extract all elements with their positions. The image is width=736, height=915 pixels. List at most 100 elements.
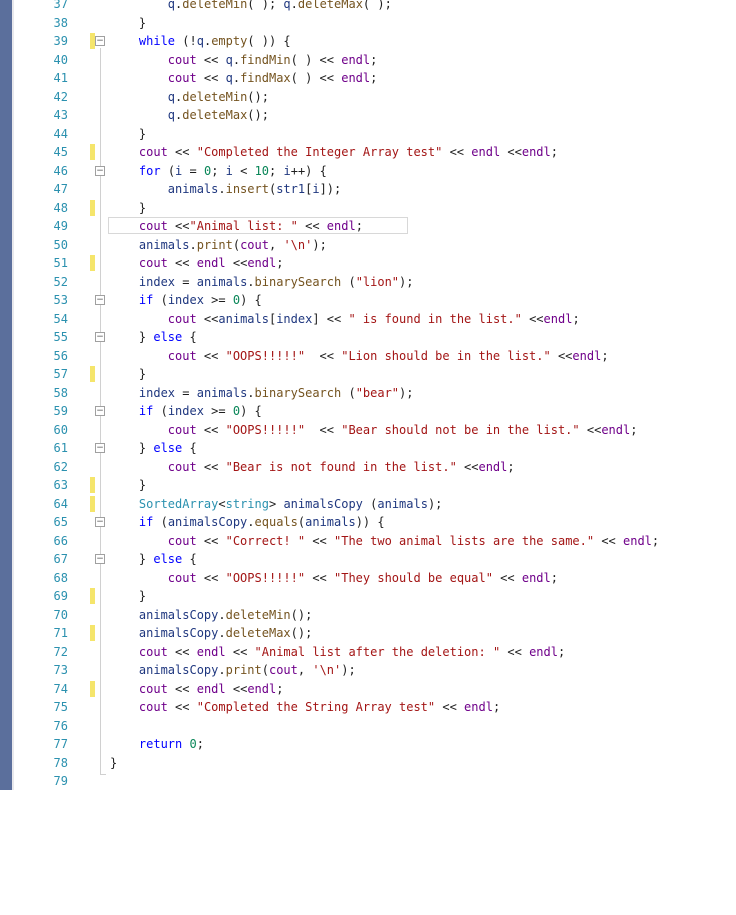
line-number: 74 [53, 681, 68, 696]
code-line-74[interactable]: 74 cout << endl <<endl; [0, 680, 736, 699]
code-text[interactable]: animalsCopy.deleteMin(); [110, 606, 312, 625]
code-line-73[interactable]: 73 animalsCopy.print(cout, '\n'); [0, 661, 736, 680]
code-line-51[interactable]: 51 cout << endl <<endl; [0, 254, 736, 273]
code-line-41[interactable]: 41 cout << q.findMax( ) << endl; [0, 69, 736, 88]
collapse-toggle-icon[interactable]: − [95, 406, 105, 416]
code-line-65[interactable]: 65 − if (animalsCopy.equals(animals)) { [0, 513, 736, 532]
code-line-54[interactable]: 54 cout <<animals[index] << " is found i… [0, 310, 736, 329]
code-text[interactable]: for (i = 0; i < 10; i++) { [110, 162, 327, 181]
code-line-44[interactable]: 44 } [0, 125, 736, 144]
code-text[interactable]: cout << "Correct! " << "The two animal l… [110, 532, 659, 551]
code-text[interactable]: animals.print(cout, '\n'); [110, 236, 327, 255]
code-text[interactable]: return 0; [110, 735, 204, 754]
code-line-60[interactable]: 60 cout << "OOPS!!!!!" << "Bear should n… [0, 421, 736, 440]
code-text[interactable]: q.deleteMax(); [110, 106, 269, 125]
code-line-39[interactable]: 39 − while (!q.empty( )) { [0, 32, 736, 51]
code-line-72[interactable]: 72 cout << endl << "Animal list after th… [0, 643, 736, 662]
code-text[interactable]: cout << endl <<endl; [110, 254, 284, 273]
code-line-70[interactable]: 70 animalsCopy.deleteMin(); [0, 606, 736, 625]
code-line-48[interactable]: 48 } [0, 199, 736, 218]
code-line-53[interactable]: 53 − if (index >= 0) { [0, 291, 736, 310]
code-text[interactable]: cout << "OOPS!!!!!" << "They should be e… [110, 569, 558, 588]
code-line-55[interactable]: 55 − } else { [0, 328, 736, 347]
code-text[interactable]: } else { [110, 439, 197, 458]
code-text[interactable]: cout <<"Animal list: " << endl; [110, 217, 363, 236]
code-text[interactable]: cout << "OOPS!!!!!" << "Bear should not … [110, 421, 638, 440]
code-line-69[interactable]: 69 } [0, 587, 736, 606]
code-text[interactable]: if (index >= 0) { [110, 291, 262, 310]
code-line-68[interactable]: 68 cout << "OOPS!!!!!" << "They should b… [0, 569, 736, 588]
code-text[interactable]: SortedArray<string> animalsCopy (animals… [110, 495, 443, 514]
code-line-77[interactable]: 77 return 0; [0, 735, 736, 754]
code-text[interactable]: cout <<animals[index] << " is found in t… [110, 310, 580, 329]
code-line-47[interactable]: 47 animals.insert(str1[i]); [0, 180, 736, 199]
code-text[interactable]: } [110, 754, 117, 773]
code-line-45[interactable]: 45 cout << "Completed the Integer Array … [0, 143, 736, 162]
code-text[interactable]: animalsCopy.print(cout, '\n'); [110, 661, 356, 680]
code-line-43[interactable]: 43 q.deleteMax(); [0, 106, 736, 125]
code-line-78[interactable]: 78} [0, 754, 736, 773]
collapse-toggle-icon[interactable]: − [95, 165, 105, 176]
code-text[interactable]: } else { [110, 550, 197, 569]
code-text[interactable]: cout << q.findMax( ) << endl; [110, 69, 378, 88]
code-text[interactable]: } else { [110, 328, 197, 347]
code-line-63[interactable]: 63 } [0, 476, 736, 495]
code-line-79[interactable]: 79 [0, 772, 736, 790]
code-text[interactable]: } [110, 365, 146, 384]
code-line-38[interactable]: 38 } [0, 14, 736, 33]
code-line-58[interactable]: 58 index = animals.binarySearch ("bear")… [0, 384, 736, 403]
code-text[interactable]: cout << "Completed the String Array test… [110, 698, 500, 717]
code-text[interactable]: animals.insert(str1[i]); [110, 180, 341, 199]
code-text[interactable]: if (animalsCopy.equals(animals)) { [110, 513, 385, 532]
code-line-40[interactable]: 40 cout << q.findMin( ) << endl; [0, 51, 736, 70]
code-text[interactable]: cout << endl << "Animal list after the d… [110, 643, 565, 662]
code-text[interactable]: cout << "OOPS!!!!!" << "Lion should be i… [110, 347, 609, 366]
code-line-67[interactable]: 67 − } else { [0, 550, 736, 569]
line-number: 76 [53, 718, 68, 733]
code-line-52[interactable]: 52 index = animals.binarySearch ("lion")… [0, 273, 736, 292]
line-number: 40 [53, 52, 68, 67]
collapse-toggle-icon[interactable]: − [95, 443, 105, 453]
code-line-71[interactable]: 71 animalsCopy.deleteMax(); [0, 624, 736, 643]
code-text[interactable]: index = animals.binarySearch ("bear"); [110, 384, 414, 403]
collapse-toggle-icon[interactable]: − [95, 517, 105, 527]
code-text[interactable]: q.deleteMin( ); q.deleteMax( ); [110, 0, 392, 14]
code-line-46[interactable]: 46 − for (i = 0; i < 10; i++) { [0, 162, 736, 181]
line-number: 62 [53, 459, 68, 474]
code-text[interactable]: cout << endl <<endl; [110, 680, 284, 699]
code-line-76[interactable]: 76 [0, 717, 736, 736]
code-line-64[interactable]: 64 SortedArray<string> animalsCopy (anim… [0, 495, 736, 514]
code-line-61[interactable]: 61 − } else { [0, 439, 736, 458]
code-text[interactable]: } [110, 199, 146, 218]
code-text[interactable]: } [110, 476, 146, 495]
collapse-toggle-icon[interactable]: − [95, 332, 105, 342]
code-text[interactable]: if (index >= 0) { [110, 402, 262, 421]
code-text[interactable]: q.deleteMin(); [110, 88, 269, 107]
code-text[interactable]: } [110, 587, 146, 606]
code-text[interactable]: } [110, 125, 146, 144]
code-line-42[interactable]: 42 q.deleteMin(); [0, 88, 736, 107]
code-text[interactable]: cout << "Bear is not found in the list."… [110, 458, 515, 477]
code-text[interactable]: } [110, 14, 146, 33]
code-line-59[interactable]: 59 − if (index >= 0) { [0, 402, 736, 421]
code-line-37[interactable]: 37 q.deleteMin( ); q.deleteMax( ); [0, 0, 736, 14]
code-text[interactable]: index = animals.binarySearch ("lion"); [110, 273, 414, 292]
code-editor[interactable]: 37 q.deleteMin( ); q.deleteMax( ); 38 } 39… [0, 0, 736, 790]
line-number: 67 [53, 552, 68, 566]
code-line-57[interactable]: 57 } [0, 365, 736, 384]
code-line-56[interactable]: 56 cout << "OOPS!!!!!" << "Lion should b… [0, 347, 736, 366]
code-line-50[interactable]: 50 animals.print(cout, '\n'); [0, 236, 736, 255]
code-text[interactable]: cout << "Completed the Integer Array tes… [110, 143, 558, 162]
collapse-toggle-icon[interactable]: − [95, 36, 105, 46]
code-line-66[interactable]: 66 cout << "Correct! " << "The two anima… [0, 532, 736, 551]
code-text[interactable]: cout << q.findMin( ) << endl; [110, 51, 378, 70]
collapse-toggle-icon[interactable]: − [95, 295, 105, 305]
code-line-75[interactable]: 75 cout << "Completed the String Array t… [0, 698, 736, 717]
line-number: 71 [53, 626, 68, 640]
code-text[interactable]: animalsCopy.deleteMax(); [110, 624, 312, 643]
code-line-62[interactable]: 62 cout << "Bear is not found in the lis… [0, 458, 736, 477]
code-line-49[interactable]: 49 cout <<"Animal list: " << endl; [0, 217, 736, 236]
change-marker [90, 144, 95, 160]
collapse-toggle-icon[interactable]: − [95, 554, 105, 564]
code-text[interactable]: while (!q.empty( )) { [110, 32, 291, 51]
